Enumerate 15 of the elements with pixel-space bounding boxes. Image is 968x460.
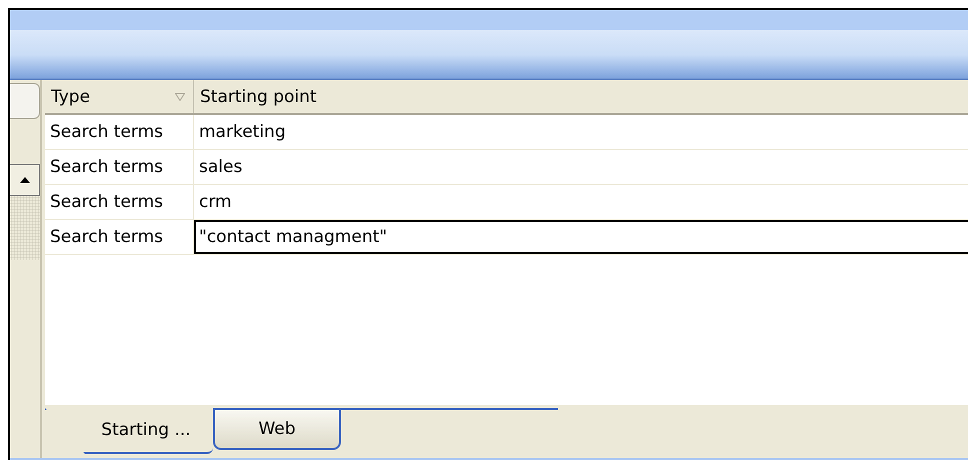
table-cell: Search terms <box>45 150 194 184</box>
column-header[interactable]: Type <box>45 80 194 113</box>
cell-edit-field[interactable]: "contact managment" <box>194 220 968 254</box>
up-triangle-icon <box>20 177 30 183</box>
table-cell-text: marketing <box>198 121 287 144</box>
side-tab[interactable] <box>10 83 40 119</box>
table-cell: Search terms <box>45 115 194 149</box>
table-cell-text: crm <box>198 191 233 214</box>
tab[interactable]: Starting ... <box>45 408 213 454</box>
table-cell-text: sales <box>198 156 244 179</box>
table-cell: Search terms <box>45 185 194 219</box>
scroll-up-button[interactable] <box>10 164 40 196</box>
table-cell: Search terms <box>45 220 194 254</box>
column-header[interactable]: Starting point <box>194 80 968 113</box>
tab[interactable]: Web <box>213 408 341 450</box>
